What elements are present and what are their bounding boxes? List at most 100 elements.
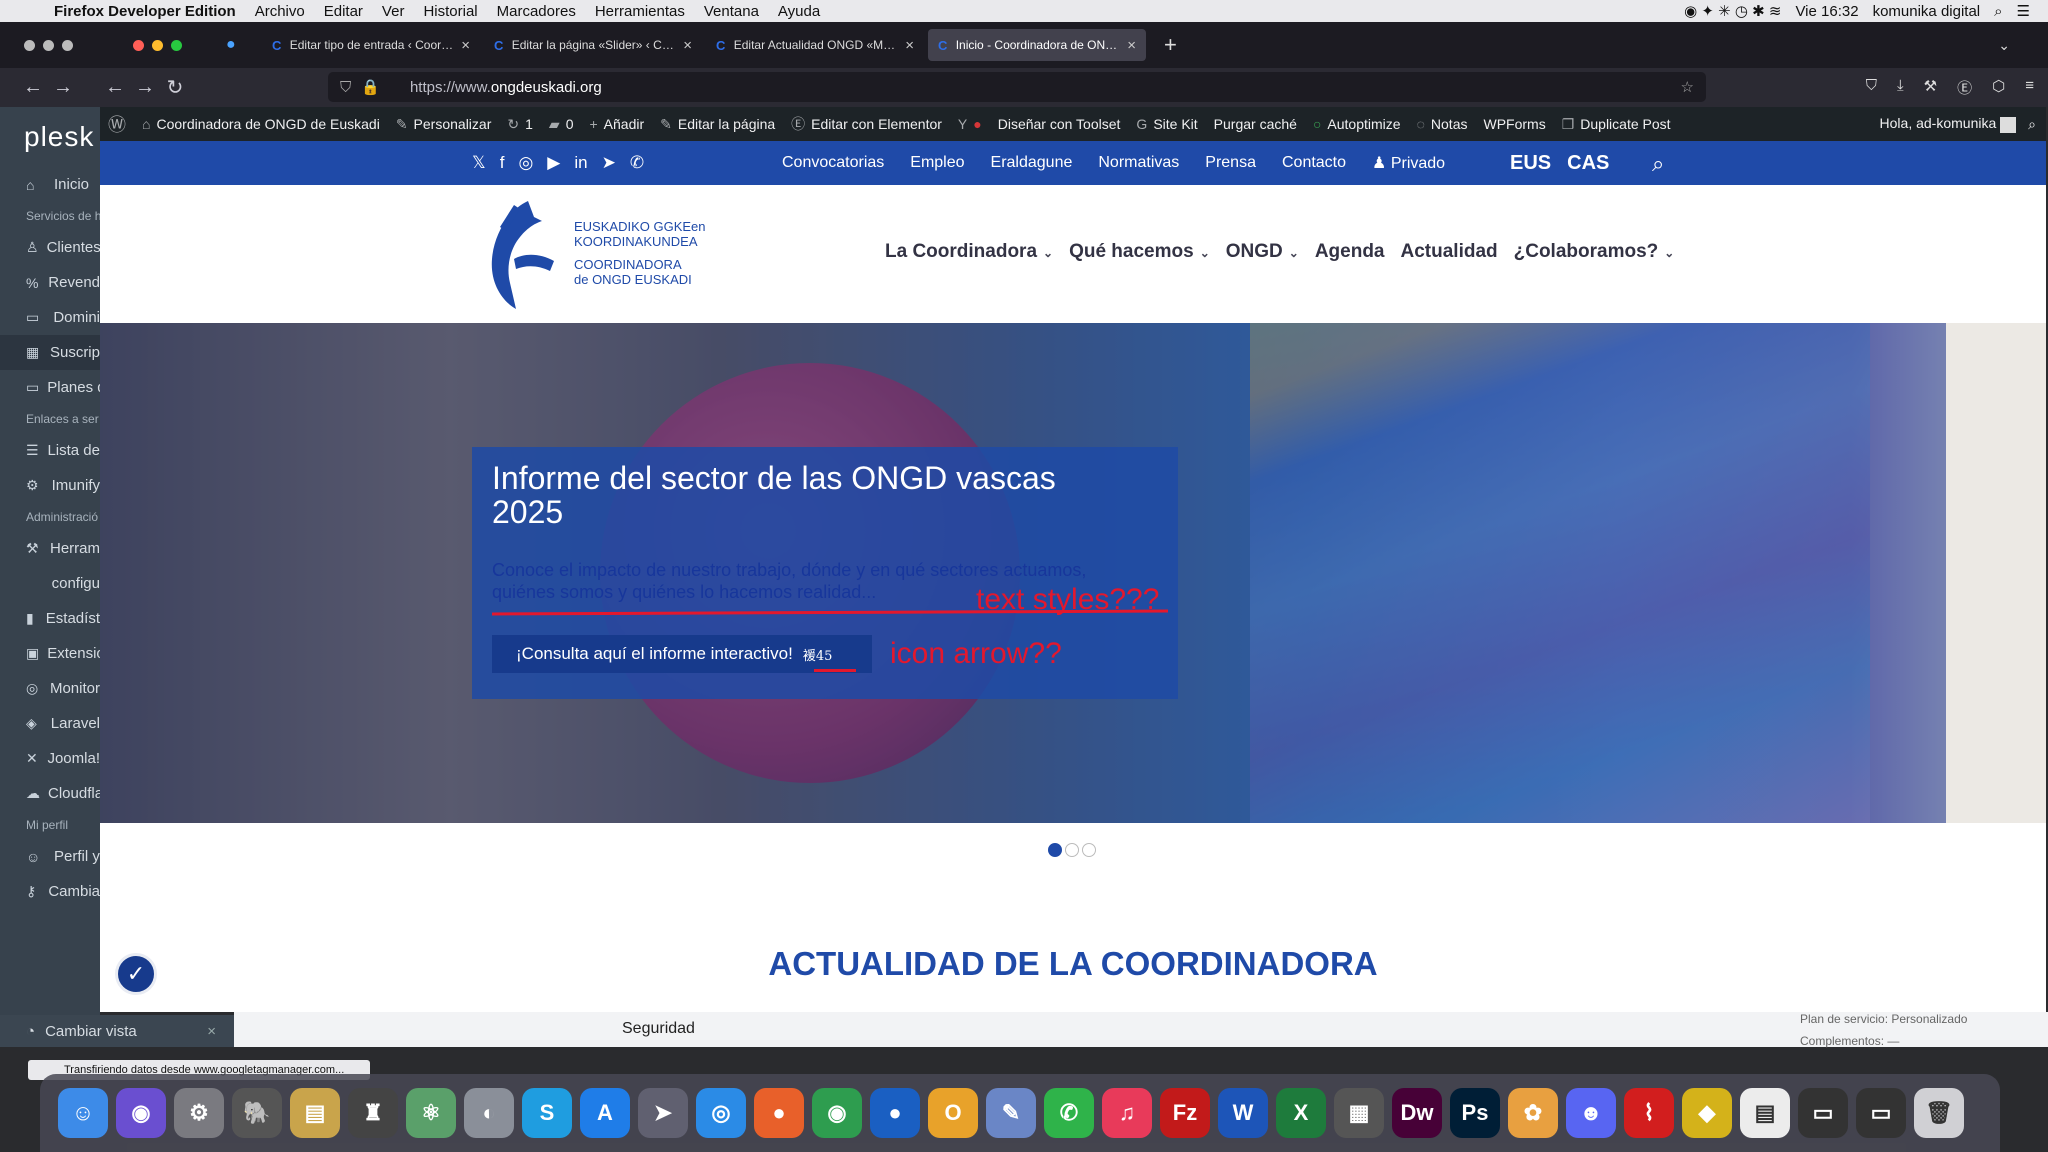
wp-toolset[interactable]: Diseñar con Toolset — [998, 116, 1121, 132]
linkedin-icon[interactable]: in — [574, 153, 587, 173]
control-center-icon[interactable]: ☰ — [2017, 2, 2030, 20]
logo-text[interactable]: EUSKADIKO GGKEen KOORDINAKUNDEA COORDINA… — [574, 219, 706, 287]
trash-icon[interactable]: 🗑 — [1914, 1088, 1964, 1138]
wp-updates[interactable]: ↻ 1 — [507, 116, 533, 133]
sidebar-back-icon[interactable]: ← — [18, 76, 48, 99]
link-prensa[interactable]: Prensa — [1205, 154, 1256, 172]
wp-yoast[interactable]: Y ● — [958, 116, 982, 132]
wp-sitekit[interactable]: G Site Kit — [1136, 116, 1197, 132]
tab-inicio[interactable]: C Inicio - Coordinadora de ONGD × — [928, 29, 1146, 61]
plesk-nav-item[interactable]: ◈ Laravel — [0, 706, 100, 741]
window2-icon[interactable]: ▭ — [1856, 1088, 1906, 1138]
close-tab-icon[interactable]: × — [683, 37, 692, 54]
preview-icon[interactable]: ✎ — [986, 1088, 1036, 1138]
acrobat-icon[interactable]: ⌇ — [1624, 1088, 1674, 1138]
plesk-nav-item[interactable]: ☁ Cloudfla — [0, 776, 100, 811]
plesk-nav-item[interactable]: ⚷ Cambia — [0, 874, 100, 909]
nav-agenda[interactable]: Agenda — [1315, 241, 1385, 263]
nav-que-hacemos[interactable]: Qué hacemos ⌄ — [1069, 241, 1210, 263]
downloads-icon[interactable]: ⤓ — [1897, 77, 1904, 98]
plesk-change-view[interactable]: ◔ Cambiar vista × — [0, 1015, 234, 1047]
word-icon[interactable]: W — [1218, 1088, 1268, 1138]
accessibility-icon[interactable]: ✓ — [115, 953, 157, 995]
plesk-nav-item[interactable]: ☺ Perfil y — [0, 839, 100, 874]
link-privado[interactable]: ♟ Privado — [1372, 153, 1445, 173]
address-bar[interactable]: ⛉ 🔒 https://www.ongdeuskadi.org ☆ — [328, 72, 1706, 102]
close-tab-icon[interactable]: × — [461, 37, 470, 54]
app2-icon[interactable]: ▦ — [1334, 1088, 1384, 1138]
system-prefs-icon[interactable]: ⚙ — [174, 1088, 224, 1138]
tool-icon[interactable]: ◐ — [464, 1088, 514, 1138]
search-icon[interactable]: ⌕ — [1652, 151, 1664, 177]
new-tab-button[interactable]: + — [1164, 32, 1177, 58]
wp-wpforms[interactable]: WPForms — [1483, 116, 1545, 132]
finder-icon[interactable]: ☺ — [58, 1088, 108, 1138]
plesk-nav-item[interactable]: ▭ Domini — [0, 300, 100, 335]
wp-edit-page[interactable]: ✎ Editar la página — [660, 116, 775, 133]
menu-archivo[interactable]: Archivo — [255, 3, 305, 20]
window1-icon[interactable]: ▭ — [1798, 1088, 1848, 1138]
skype-icon[interactable]: S — [522, 1088, 572, 1138]
db-icon[interactable]: ♜ — [348, 1088, 398, 1138]
chrome-icon[interactable]: ◉ — [812, 1088, 862, 1138]
menu-ventana[interactable]: Ventana — [704, 3, 759, 20]
music-icon[interactable]: ♫ — [1102, 1088, 1152, 1138]
firefox-dev-icon[interactable]: ● — [870, 1088, 920, 1138]
extension-e-icon[interactable]: Ⓔ — [1957, 77, 1972, 98]
photoshop-icon[interactable]: Ps — [1450, 1088, 1500, 1138]
plesk-nav-item[interactable]: % Revend — [0, 265, 100, 300]
extensions-icon[interactable]: ⬡ — [1992, 77, 2005, 98]
nav-la-coordinadora[interactable]: La Coordinadora ⌄ — [885, 241, 1053, 263]
app-menu[interactable]: Firefox Developer Edition — [54, 3, 236, 20]
tab-editar-tipo[interactable]: C Editar tipo de entrada ‹ Coordin × — [262, 29, 480, 61]
forward-button[interactable]: → — [130, 76, 160, 99]
pocket-icon[interactable]: ⛉ — [1866, 77, 1877, 98]
wp-duplicate-post[interactable]: ❐ Duplicate Post — [1562, 116, 1671, 133]
nav-ongd[interactable]: ONGD ⌄ — [1226, 241, 1299, 263]
close-window-button[interactable] — [133, 39, 144, 51]
wp-notas[interactable]: ◌ Notas — [1417, 116, 1468, 132]
wp-account[interactable]: Hola, ad-komunika — [1880, 115, 2017, 133]
hero-slider[interactable]: Informe del sector de las ONGD vascas 20… — [100, 323, 2046, 823]
slider-dot-1[interactable] — [1048, 843, 1062, 857]
wp-elementor[interactable]: Ⓔ Editar con Elementor — [791, 114, 942, 134]
x-twitter-icon[interactable]: 𝕏 — [472, 153, 486, 173]
link-contacto[interactable]: Contacto — [1282, 154, 1346, 172]
link-eraldagune[interactable]: Eraldagune — [991, 154, 1073, 172]
plesk-nav-item[interactable]: ▣ Extensio — [0, 636, 100, 671]
zoom-window-button[interactable] — [171, 39, 182, 51]
tracking-shield-icon[interactable]: ⛉ — [340, 79, 351, 96]
menu-ver[interactable]: Ver — [382, 3, 405, 20]
close-tab-icon[interactable]: × — [905, 37, 914, 54]
nav-colaboramos[interactable]: ¿Colaboramos? ⌄ — [1514, 241, 1675, 263]
status-icons[interactable]: ◉ ✦ ✳ ◷ ✱ ≋ — [1684, 2, 1781, 20]
link-convocatorias[interactable]: Convocatorias — [782, 154, 884, 172]
lang-eus[interactable]: EUS — [1510, 152, 1551, 175]
plesk-nav-item[interactable]: ⚒ Herram — [0, 531, 100, 566]
plesk-nav-item[interactable]: ✕ Joomla! — [0, 741, 100, 776]
firefox-view-icon[interactable]: ● — [226, 36, 254, 54]
menu-herramientas[interactable]: Herramientas — [595, 3, 685, 20]
siri-icon[interactable]: ◉ — [116, 1088, 166, 1138]
telegram-icon[interactable]: ➤ — [602, 153, 616, 173]
opera-icon[interactable]: O — [928, 1088, 978, 1138]
nav-actualidad[interactable]: Actualidad — [1401, 241, 1498, 263]
plesk-nav-item[interactable]: ◎ Monitor — [0, 671, 100, 706]
tab-list-icon[interactable]: ⌄ — [1998, 37, 2010, 54]
whatsapp-icon[interactable]: ✆ — [630, 153, 644, 173]
reload-button[interactable]: ↻ — [160, 75, 190, 100]
menu-icon[interactable]: ≡ — [2025, 77, 2034, 98]
link-empleo[interactable]: Empleo — [910, 154, 964, 172]
lang-cas[interactable]: CAS — [1567, 152, 1609, 175]
lock-icon[interactable]: 🔒 — [361, 78, 380, 96]
menu-historial[interactable]: Historial — [423, 3, 477, 20]
clock[interactable]: Vie 16:32 — [1795, 3, 1858, 20]
user-name[interactable]: komunika digital — [1873, 3, 1981, 20]
discord-icon[interactable]: ☻ — [1566, 1088, 1616, 1138]
youtube-icon[interactable]: ▶ — [547, 153, 560, 173]
photos-icon[interactable]: ✿ — [1508, 1088, 1558, 1138]
bookmark-star-icon[interactable]: ☆ — [1681, 78, 1694, 96]
sequel-icon[interactable]: ▤ — [290, 1088, 340, 1138]
wp-personalizar[interactable]: ✎ Personalizar — [396, 116, 492, 133]
slider-dot-3[interactable] — [1082, 843, 1096, 857]
